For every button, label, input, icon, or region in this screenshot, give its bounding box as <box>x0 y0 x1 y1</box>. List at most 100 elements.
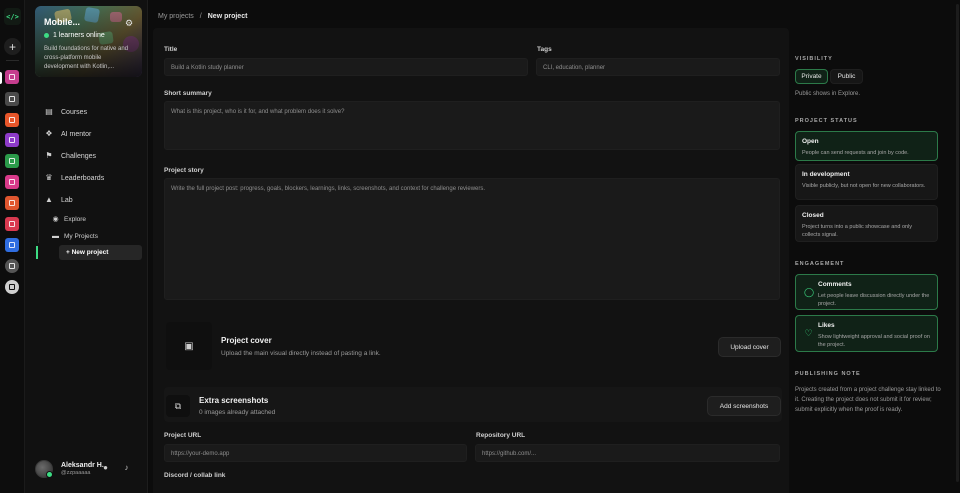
engagement-title: Likes <box>818 322 835 329</box>
tags-input[interactable]: CLI, education, planner <box>536 58 780 76</box>
engagement-title: Comments <box>818 281 852 288</box>
app-glyph-icon <box>9 137 15 143</box>
sidebar-item-label: My Projects <box>64 233 98 240</box>
app-glyph-icon <box>9 242 15 248</box>
status-option-closed[interactable]: Closed Project turns into a public showc… <box>795 205 938 242</box>
visibility-hint: Public shows in Explore. <box>795 91 861 97</box>
sidebar-item-label: Explore <box>64 216 87 223</box>
title-input[interactable]: Build a Kotlin study planner <box>164 58 528 76</box>
chat-icon[interactable]: ● <box>101 463 110 472</box>
visibility-heading: Visibility <box>795 56 833 62</box>
avatar[interactable] <box>35 460 53 478</box>
status-option-in-development[interactable]: In development Visible publicly, but not… <box>795 164 938 200</box>
bell-icon[interactable]: ♪ <box>122 463 131 472</box>
rail-active-indicator <box>0 72 2 84</box>
app-glyph-icon <box>9 263 15 269</box>
sidebar: Mobile... ⚙ 1 learners online Build foun… <box>25 0 148 493</box>
heart-icon: ♡ <box>804 328 813 338</box>
upload-cover-button[interactable]: Upload cover <box>718 337 781 357</box>
user-profile[interactable]: Aleksandr H. @zzpaaaaa ● ♪ <box>35 458 142 480</box>
publishing-note-heading: Publishing note <box>795 371 861 377</box>
app-10-icon[interactable] <box>5 259 19 273</box>
app-5-icon[interactable] <box>5 154 19 168</box>
app-glyph-icon <box>9 200 15 206</box>
app-2-icon[interactable] <box>5 92 19 106</box>
sidebar-item-ai-mentor[interactable]: ❖ AI mentor <box>35 123 142 145</box>
online-count: 1 learners online <box>53 32 105 39</box>
app-7-icon[interactable] <box>5 196 19 210</box>
engagement-desc: Show lightweight approval and social pro… <box>818 334 930 348</box>
rail-divider <box>6 60 19 61</box>
scrollbar[interactable] <box>956 4 959 482</box>
add-screenshots-button[interactable]: Add screenshots <box>707 396 781 416</box>
app-6-icon[interactable] <box>5 175 19 189</box>
discord-link-label: Discord / collab link <box>164 472 226 479</box>
status-title: Closed <box>802 212 824 219</box>
tags-label: Tags <box>537 46 552 53</box>
visibility-public-toggle[interactable]: Public <box>830 69 863 84</box>
app-glyph-icon <box>9 221 15 227</box>
engagement-likes-toggle[interactable]: ♡ Likes Show lightweight approval and so… <box>795 315 938 352</box>
course-title: Mobile... <box>44 17 80 27</box>
user-name: Aleksandr H. <box>61 462 104 469</box>
sidebar-item-label: Leaderboards <box>61 174 105 182</box>
flask-icon: ▲ <box>45 195 53 204</box>
story-label: Project story <box>164 167 204 174</box>
app-3-icon[interactable] <box>5 113 19 127</box>
summary-label: Short summary <box>164 90 212 97</box>
sidebar-item-label: Courses <box>61 108 88 116</box>
title-label: Title <box>164 46 178 53</box>
breadcrumb: My projects / New project <box>158 13 247 20</box>
sidebar-item-new-project[interactable]: + New project <box>36 245 142 260</box>
app-1-icon[interactable] <box>5 70 19 84</box>
story-textarea[interactable]: Write the full project post: progress, g… <box>164 178 780 300</box>
summary-textarea[interactable]: What is this project, who is it for, and… <box>164 101 780 150</box>
image-icon[interactable]: ▣ <box>166 322 212 370</box>
breadcrumb-parent-link[interactable]: My projects <box>158 13 194 20</box>
breadcrumb-current: New project <box>207 13 248 20</box>
app-glyph-icon <box>9 179 15 185</box>
app-4-icon[interactable] <box>5 133 19 147</box>
engagement-desc: Let people leave discussion directly und… <box>818 293 930 307</box>
sidebar-item-lab[interactable]: ▲ Lab <box>35 189 142 211</box>
status-option-open[interactable]: Open People can send requests and join b… <box>795 131 938 161</box>
code-logo-icon[interactable]: </> <box>4 8 21 25</box>
sidebar-item-challenges[interactable]: ⚑ Challenges <box>35 145 142 167</box>
app-glyph-icon <box>9 284 15 290</box>
app-rail: </> + <box>0 0 25 493</box>
app-glyph-icon <box>9 74 15 80</box>
repository-url-label: Repository URL <box>476 432 526 439</box>
project-cover-row <box>164 318 780 374</box>
visibility-private-toggle[interactable]: Private <box>795 69 828 84</box>
status-title: Open <box>802 138 819 145</box>
sidebar-item-label: Lab <box>61 196 73 204</box>
sidebar-item-my-projects[interactable]: ▬ My Projects <box>35 228 142 245</box>
sidebar-item-leaderboards[interactable]: ♛ Leaderboards <box>35 167 142 189</box>
sidebar-item-courses[interactable]: ▤ Courses <box>35 101 142 123</box>
screenshots-subtitle: 0 images already attached <box>199 409 276 416</box>
comment-bubble-icon: ◯ <box>804 287 815 297</box>
gear-icon[interactable]: ⚙ <box>124 18 134 28</box>
sparkle-icon: ❖ <box>45 129 53 138</box>
course-description: Build foundations for native and cross-p… <box>44 46 129 70</box>
trophy-icon: ♛ <box>45 173 53 182</box>
online-status: 1 learners online <box>44 32 105 39</box>
project-url-input[interactable]: https://your-demo.app <box>164 444 467 462</box>
project-status-heading: Project status <box>795 118 858 124</box>
screenshots-title: Extra screenshots <box>199 396 269 405</box>
status-title: In development <box>802 171 850 178</box>
add-app-button[interactable]: + <box>4 38 21 55</box>
sidebar-item-explore[interactable]: ◉ Explore <box>35 211 142 228</box>
app-8-icon[interactable] <box>5 217 19 231</box>
engagement-comments-toggle[interactable]: ◯ Comments Let people leave discussion d… <box>795 274 938 310</box>
project-url-label: Project URL <box>164 432 202 439</box>
cover-title: Project cover <box>221 336 272 345</box>
course-card[interactable]: Mobile... ⚙ 1 learners online Build foun… <box>35 6 142 77</box>
repository-url-input[interactable]: https://github.com/... <box>475 444 780 462</box>
publishing-note-text: Projects created from a project challeng… <box>795 387 941 413</box>
app-glyph-icon <box>9 96 15 102</box>
app-9-icon[interactable] <box>5 238 19 252</box>
sidebar-item-label: AI mentor <box>61 130 92 138</box>
app-11-icon[interactable] <box>5 280 19 294</box>
flag-icon: ⚑ <box>45 151 53 160</box>
